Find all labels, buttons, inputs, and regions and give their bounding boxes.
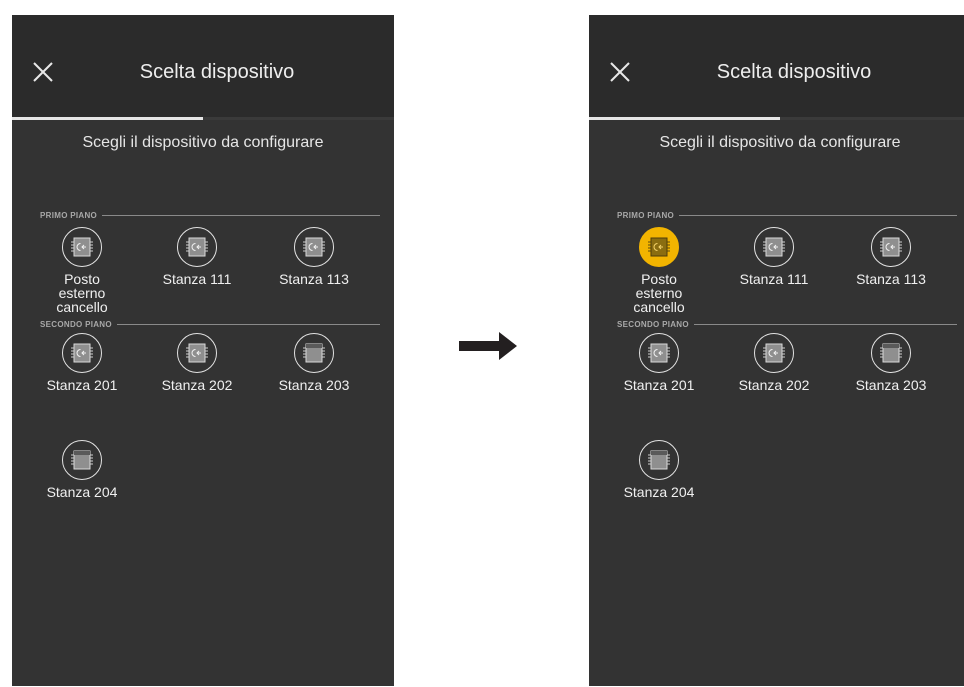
device-label: Stanza 204 [46,484,118,500]
section-header-primo-piano: PRIMO PIANO [40,209,380,221]
device-stanza-204[interactable]: Stanza 204 [601,440,717,499]
indoor-station-icon [639,440,679,480]
device-stanza-203[interactable]: Stanza 203 [256,333,372,392]
indoor-station-icon [294,333,334,373]
device-stanza-202[interactable]: Stanza 202 [139,333,255,392]
progress-fill [589,117,780,120]
outdoor-station-icon [62,227,102,267]
device-label: Stanza 204 [623,484,695,500]
device-label: Stanza 111 [739,271,809,287]
header: Scelta dispositivo [589,15,964,117]
device-label: Stanza 202 [738,377,810,393]
outdoor-station-icon [754,227,794,267]
page-title: Scelta dispositivo [716,61,872,83]
outdoor-station-icon [62,333,102,373]
section-header-secondo-piano: SECONDO PIANO [40,318,380,330]
outdoor-station-icon [871,227,911,267]
instruction-text: Scegli il dispositivo da configurare [659,134,901,151]
device-label: Stanza 201 [623,377,695,393]
page-title: Scelta dispositivo [139,61,295,83]
screen-after: Scelta dispositivo Scegli il dispositivo… [589,15,964,686]
device-label: Stanza 113 [279,271,349,287]
device-posto-esterno-cancello[interactable]: Posto esterno cancello [24,227,140,314]
device-label: Posto esterno cancello [56,271,108,315]
device-stanza-201[interactable]: Stanza 201 [601,333,717,392]
section-header-primo-piano: PRIMO PIANO [617,209,957,221]
device-label: Stanza 201 [46,377,118,393]
device-stanza-113[interactable]: Stanza 113 [833,227,949,286]
device-stanza-111[interactable]: Stanza 111 [716,227,832,286]
header: Scelta dispositivo [12,15,394,117]
outdoor-station-icon [639,333,679,373]
arrow-right-icon [459,332,517,360]
device-stanza-203[interactable]: Stanza 203 [833,333,949,392]
device-label: Stanza 202 [161,377,233,393]
progress-bar [12,117,394,120]
device-stanza-113[interactable]: Stanza 113 [256,227,372,286]
device-stanza-201[interactable]: Stanza 201 [24,333,140,392]
progress-fill [12,117,203,120]
device-label: Stanza 111 [162,271,232,287]
screen-before: Scelta dispositivo Scegli il dispositivo… [12,15,394,686]
outdoor-station-icon [177,227,217,267]
instruction-text: Scegli il dispositivo da configurare [82,134,324,151]
outdoor-station-icon [294,227,334,267]
outdoor-station-icon [639,227,679,267]
device-posto-esterno-cancello-selected[interactable]: Posto esterno cancello [601,227,717,314]
device-label: Stanza 113 [856,271,926,287]
section-header-secondo-piano: SECONDO PIANO [617,318,957,330]
outdoor-station-icon [177,333,217,373]
device-stanza-111[interactable]: Stanza 111 [139,227,255,286]
indoor-station-icon [871,333,911,373]
device-label: Posto esterno cancello [633,271,685,315]
device-label: Stanza 203 [278,377,350,393]
progress-bar [589,117,964,120]
indoor-station-icon [62,440,102,480]
outdoor-station-icon [754,333,794,373]
device-stanza-202[interactable]: Stanza 202 [716,333,832,392]
device-label: Stanza 203 [855,377,927,393]
device-stanza-204[interactable]: Stanza 204 [24,440,140,499]
